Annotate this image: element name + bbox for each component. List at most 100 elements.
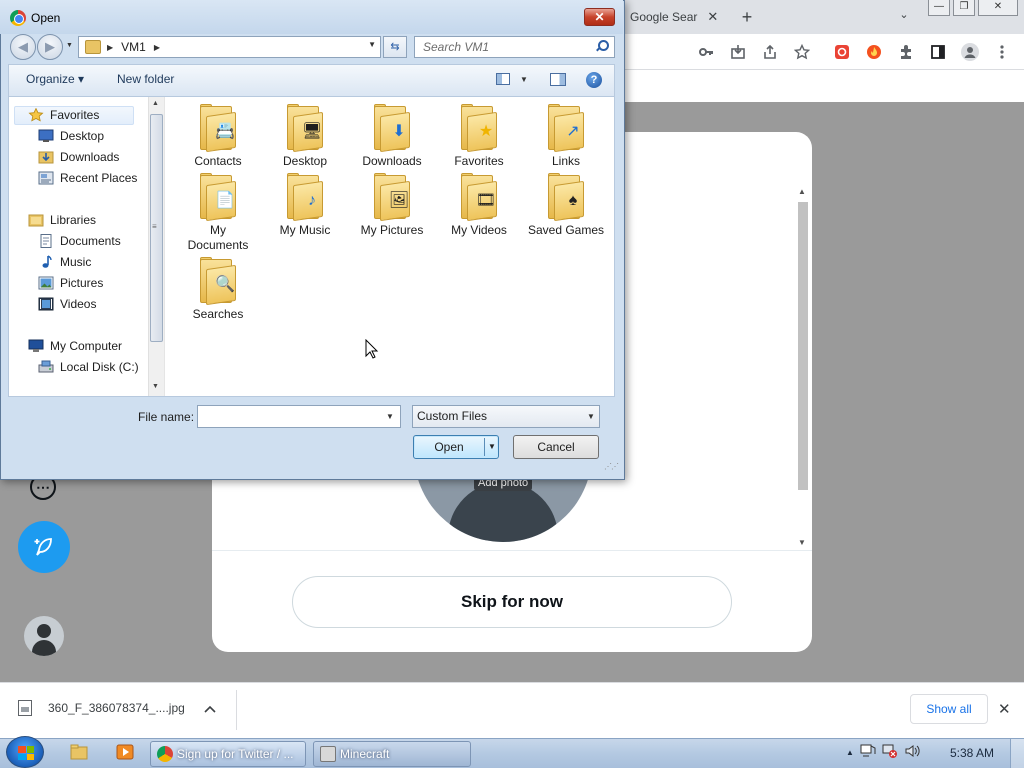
show-desktop-button[interactable]	[1010, 739, 1024, 768]
show-hidden-icons-button[interactable]: ▲	[846, 748, 854, 757]
music-note-icon	[38, 255, 54, 269]
refresh-button[interactable]: ⇆	[383, 36, 407, 58]
file-item-label: Favorites	[454, 154, 504, 168]
explorer-quicklaunch-icon[interactable]	[70, 744, 88, 760]
folder-favorites[interactable]: ★ Favorites	[439, 104, 519, 169]
bookmark-star-icon[interactable]	[792, 42, 812, 62]
nav-favorites[interactable]: Favorites	[28, 106, 99, 124]
breadcrumb-vm1[interactable]: VM1	[121, 40, 146, 54]
file-name-input[interactable]	[197, 405, 401, 428]
file-type-select[interactable]: Custom Files	[412, 405, 600, 428]
account-avatar[interactable]	[24, 616, 64, 656]
nav-downloads[interactable]: Downloads	[38, 148, 119, 166]
browser-tab-google-search[interactable]: Google Sear ✕	[618, 0, 726, 34]
scroll-up-arrow-icon[interactable]: ▲	[152, 100, 159, 107]
search-icon[interactable]	[596, 40, 609, 52]
nav-videos[interactable]: Videos	[38, 295, 96, 313]
folder-contacts[interactable]: 📇 Contacts	[178, 104, 258, 169]
download-item[interactable]: 360_F_386078374_....jpg	[18, 700, 185, 716]
profile-avatar-icon[interactable]	[960, 42, 980, 62]
back-button[interactable]: ◀	[10, 34, 36, 60]
extension-fire-icon[interactable]	[864, 42, 884, 62]
start-button[interactable]	[6, 736, 44, 768]
nav-item-label: Desktop	[60, 129, 105, 143]
folder-my-documents[interactable]: 📄 My Documents	[178, 173, 258, 253]
forward-button[interactable]: ▶	[37, 34, 63, 60]
refresh-icon: ⇆	[390, 41, 400, 53]
modal-scrollbar-thumb[interactable]	[798, 202, 808, 490]
nav-my-computer[interactable]: My Computer	[28, 337, 122, 355]
taskbar-clock[interactable]: 5:38 AM	[950, 746, 994, 760]
taskbar-item-twitter[interactable]: Sign up for Twitter / ...	[150, 741, 306, 767]
tab-search-icon[interactable]: ⌄	[894, 8, 914, 26]
view-options-dropdown-icon[interactable]: ▼	[520, 75, 528, 84]
address-dropdown-icon[interactable]: ▼	[368, 40, 376, 49]
nav-local-disk[interactable]: Local Disk (C:)	[38, 358, 139, 376]
download-bar-close-icon[interactable]: ✕	[998, 700, 1011, 718]
folder-downloads[interactable]: ⬇ Downloads	[352, 104, 432, 169]
chevron-up-icon[interactable]	[204, 702, 216, 716]
share-icon[interactable]	[760, 42, 780, 62]
nav-documents[interactable]: Documents	[38, 232, 121, 250]
cancel-button[interactable]: Cancel	[513, 435, 599, 459]
split-divider	[484, 438, 485, 456]
address-bar[interactable]: ▶ VM1 ▶ ▼	[78, 36, 381, 58]
window-minimize-button[interactable]: —	[928, 0, 950, 16]
open-button[interactable]: Open ▼	[413, 435, 499, 459]
organize-menu-button[interactable]: Organize ▾	[26, 72, 84, 86]
folder-my-videos[interactable]: 🎞 My Videos	[439, 173, 519, 238]
nav-recent-places[interactable]: Recent Places	[38, 169, 137, 187]
recent-locations-dropdown[interactable]: ▼	[66, 42, 73, 49]
nav-pictures[interactable]: Pictures	[38, 274, 103, 292]
window-close-button[interactable]: ✕	[978, 0, 1018, 16]
browser-menu-icon[interactable]	[992, 42, 1012, 62]
nav-libraries[interactable]: Libraries	[28, 211, 96, 229]
folder-desktop[interactable]: 🖥 Desktop	[265, 104, 345, 169]
breadcrumb-chevron-icon[interactable]: ▶	[107, 43, 113, 52]
volume-icon[interactable]	[904, 744, 920, 761]
open-button-label: Open	[434, 440, 464, 454]
change-view-icon[interactable]	[496, 73, 510, 85]
folder-searches[interactable]: 🔍 Searches	[178, 257, 258, 322]
folder-links[interactable]: ↗ Links	[526, 104, 606, 169]
file-name-dropdown-icon[interactable]: ▼	[386, 412, 394, 421]
extension-red-icon[interactable]	[832, 42, 852, 62]
extensions-puzzle-icon[interactable]	[896, 42, 916, 62]
new-folder-button[interactable]: New folder	[117, 72, 174, 86]
network-disconnected-icon[interactable]	[882, 744, 898, 761]
dialog-titlebar[interactable]	[0, 0, 623, 34]
install-app-icon[interactable]	[728, 42, 748, 62]
preview-pane-icon[interactable]	[550, 73, 566, 86]
file-item-label: Saved Games	[527, 223, 605, 237]
nav-music[interactable]: Music	[38, 253, 91, 271]
file-type-dropdown-icon[interactable]: ▼	[587, 412, 595, 421]
open-options-dropdown-icon[interactable]: ▼	[488, 442, 496, 451]
tweet-compose-button[interactable]	[18, 521, 70, 573]
folder-saved-games[interactable]: ♠ Saved Games	[526, 173, 606, 238]
help-icon[interactable]: ?	[586, 72, 602, 88]
window-restore-button[interactable]: ❐	[953, 0, 975, 16]
folder-my-pictures[interactable]: 🖼 My Pictures	[352, 173, 432, 238]
breadcrumb-chevron-icon[interactable]: ▶	[154, 43, 160, 52]
modal-scroll-down-arrow[interactable]: ▼	[798, 538, 806, 547]
new-tab-button[interactable]: +	[736, 6, 758, 28]
search-input[interactable]: Search VM1	[414, 36, 615, 58]
nav-desktop[interactable]: Desktop	[38, 127, 104, 145]
dialog-close-button[interactable]: ✕	[584, 8, 615, 26]
key-icon[interactable]	[696, 42, 716, 62]
resize-grip-icon[interactable]: ⋰⋰	[604, 462, 619, 471]
system-tray: ▲	[846, 744, 920, 761]
nav-item-label: Recent Places	[60, 171, 138, 185]
pane-splitter[interactable]	[164, 97, 165, 396]
folder-my-music[interactable]: ♪ My Music	[265, 173, 345, 238]
media-player-quicklaunch-icon[interactable]	[116, 744, 134, 760]
scroll-down-arrow-icon[interactable]: ▼	[152, 383, 159, 390]
modal-scroll-up-arrow[interactable]: ▲	[798, 187, 806, 196]
show-all-button[interactable]: Show all	[910, 694, 988, 724]
tab-close-icon[interactable]: ✕	[707, 9, 718, 25]
taskbar-item-minecraft[interactable]: Minecraft	[313, 741, 471, 767]
skip-for-now-button[interactable]: Skip for now	[292, 576, 732, 628]
side-panel-icon[interactable]	[928, 42, 948, 62]
my-videos-folder-icon: 🎞	[459, 173, 499, 222]
action-center-icon[interactable]	[860, 744, 876, 761]
